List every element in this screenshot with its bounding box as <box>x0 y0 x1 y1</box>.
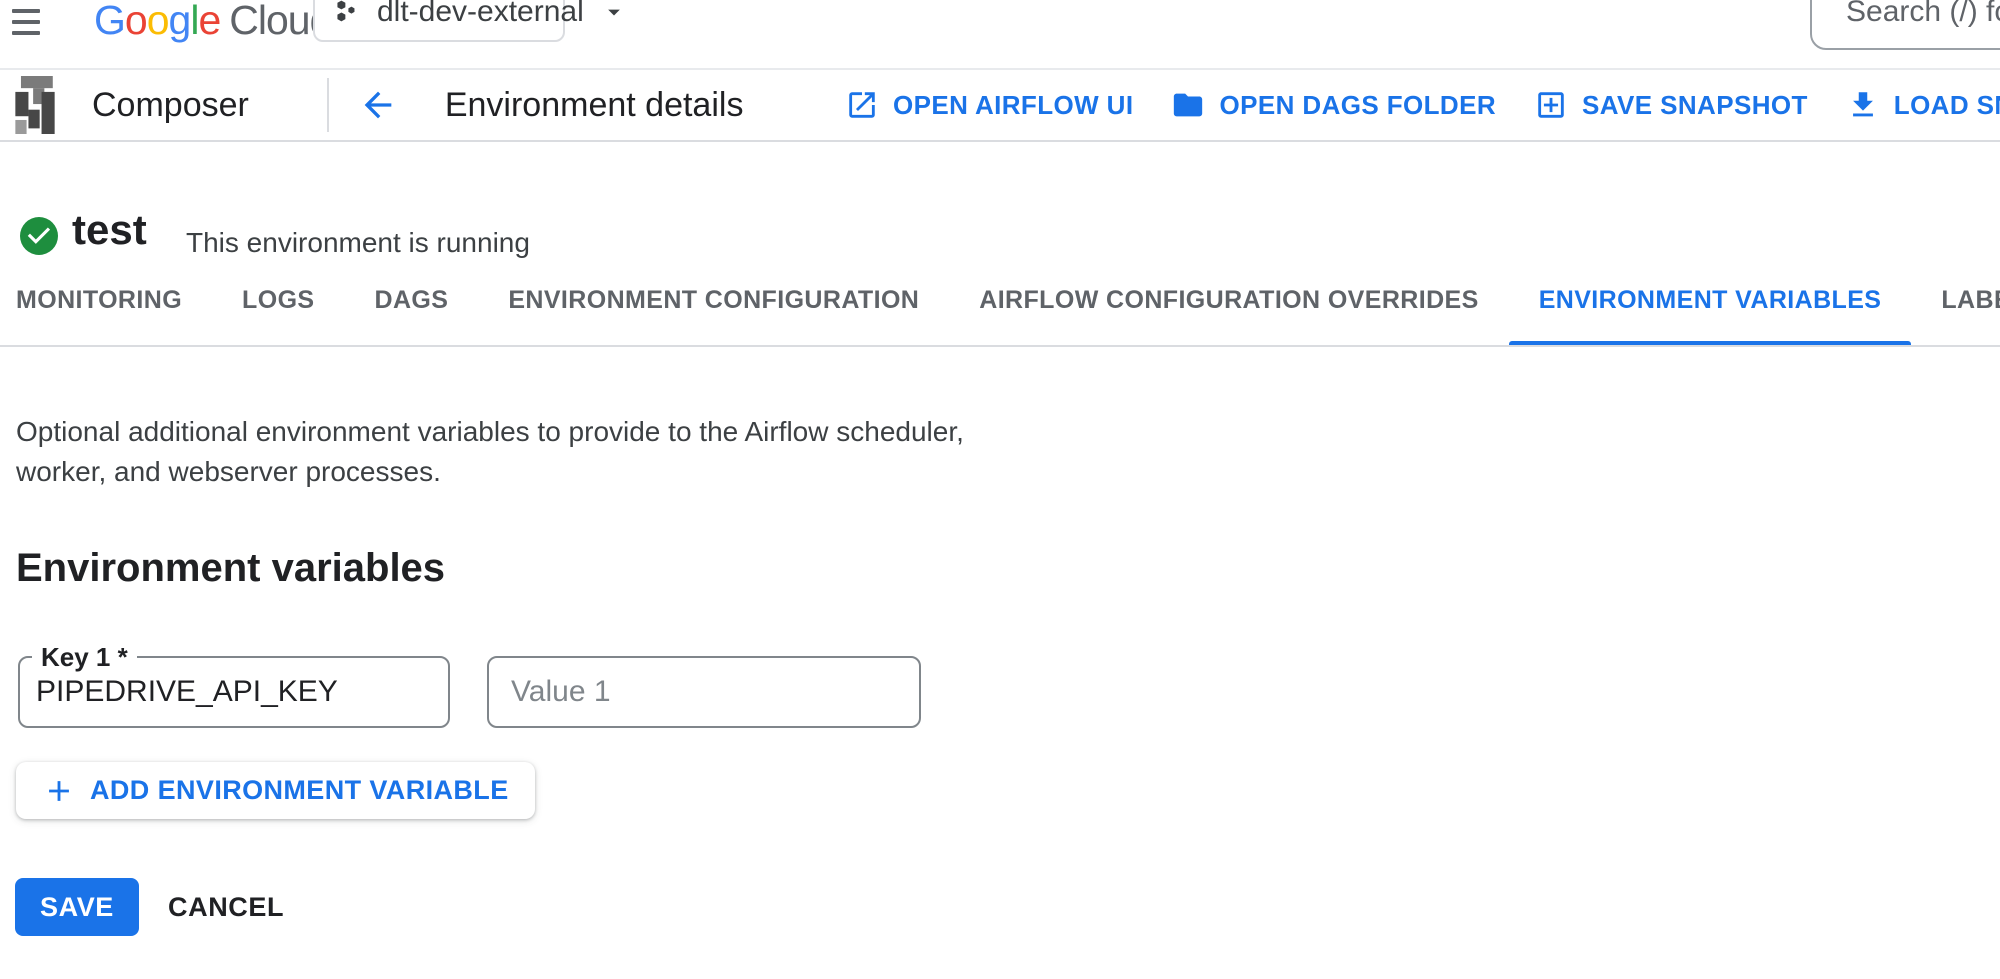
hamburger-menu-icon[interactable] <box>12 2 44 36</box>
save-snapshot-button[interactable]: SAVE SNAPSHOT <box>1534 88 1808 122</box>
load-snapshot-label: LOAD SNAPSHOT <box>1894 90 2000 121</box>
header-divider <box>327 78 329 132</box>
folder-icon <box>1171 88 1205 122</box>
search-input[interactable] <box>1846 0 2000 29</box>
environment-name: test <box>72 202 147 258</box>
composer-logo-icon <box>14 76 56 134</box>
google-logo-letter: G <box>94 0 125 43</box>
tab-monitoring[interactable]: MONITORING <box>0 255 212 345</box>
project-selector[interactable]: dlt-dev-external <box>313 0 565 42</box>
key-field: Key 1 * <box>18 656 450 728</box>
back-arrow-icon[interactable] <box>355 82 401 128</box>
add-environment-variable-label: ADD ENVIRONMENT VARIABLE <box>90 775 509 806</box>
tab-environment-configuration[interactable]: ENVIRONMENT CONFIGURATION <box>478 255 949 345</box>
value-input[interactable] <box>489 658 919 726</box>
value-field <box>487 656 921 728</box>
download-icon <box>1846 88 1880 122</box>
open-dags-folder-label: OPEN DAGS FOLDER <box>1219 90 1496 121</box>
tab-logs[interactable]: LOGS <box>212 255 344 345</box>
running-check-icon <box>20 217 58 255</box>
add-environment-variable-button[interactable]: ADD ENVIRONMENT VARIABLE <box>16 762 535 819</box>
open-in-new-icon <box>845 88 879 122</box>
header-actions: OPEN AIRFLOW UI OPEN DAGS FOLDER SAVE SNAP… <box>845 70 2000 140</box>
tab-airflow-configuration-overrides[interactable]: AIRFLOW CONFIGURATION OVERRIDES <box>949 255 1508 345</box>
tab-labels[interactable]: LABELS <box>1911 255 2000 345</box>
google-logo-letter: e <box>198 0 220 43</box>
open-airflow-ui-label: OPEN AIRFLOW UI <box>893 90 1133 121</box>
google-logo-wordmark: Google <box>94 0 220 43</box>
save-snapshot-label: SAVE SNAPSHOT <box>1582 90 1808 121</box>
open-dags-folder-button[interactable]: OPEN DAGS FOLDER <box>1171 88 1496 122</box>
google-cloud-logo: GoogleCloud <box>94 0 331 46</box>
app-name: Composer <box>92 86 249 125</box>
tab-dags[interactable]: DAGS <box>344 255 478 345</box>
tab-bar: MONITORINGLOGSDAGSENVIRONMENT CONFIGURAT… <box>0 255 2000 347</box>
tab-environment-variables[interactable]: ENVIRONMENT VARIABLES <box>1509 255 1912 345</box>
save-button[interactable]: SAVE <box>15 878 139 936</box>
key-field-label: Key 1 * <box>32 642 137 672</box>
page: GoogleCloud dlt-dev-external <box>0 0 2000 979</box>
plus-icon <box>42 774 76 808</box>
service-header: Composer Environment details OPEN AIRFLO… <box>0 70 2000 142</box>
google-logo-letter: o <box>147 0 169 43</box>
section-description: Optional additional environment variable… <box>16 412 1036 492</box>
top-bar: GoogleCloud dlt-dev-external <box>0 0 2000 70</box>
open-airflow-ui-button[interactable]: OPEN AIRFLOW UI <box>845 88 1133 122</box>
section-heading: Environment variables <box>16 546 445 591</box>
project-icon <box>333 0 361 26</box>
save-snapshot-icon <box>1534 88 1568 122</box>
load-snapshot-button[interactable]: LOAD SNAPSHOT <box>1846 88 2000 122</box>
google-logo-letter: o <box>125 0 147 43</box>
cancel-button[interactable]: CANCEL <box>168 878 284 936</box>
environment-status-row: test This environment is running <box>0 142 2000 255</box>
project-name: dlt-dev-external <box>377 0 584 29</box>
page-title: Environment details <box>445 86 744 125</box>
search-box <box>1810 0 2000 50</box>
google-logo-letter: g <box>169 0 191 43</box>
chevron-down-icon <box>600 0 628 26</box>
